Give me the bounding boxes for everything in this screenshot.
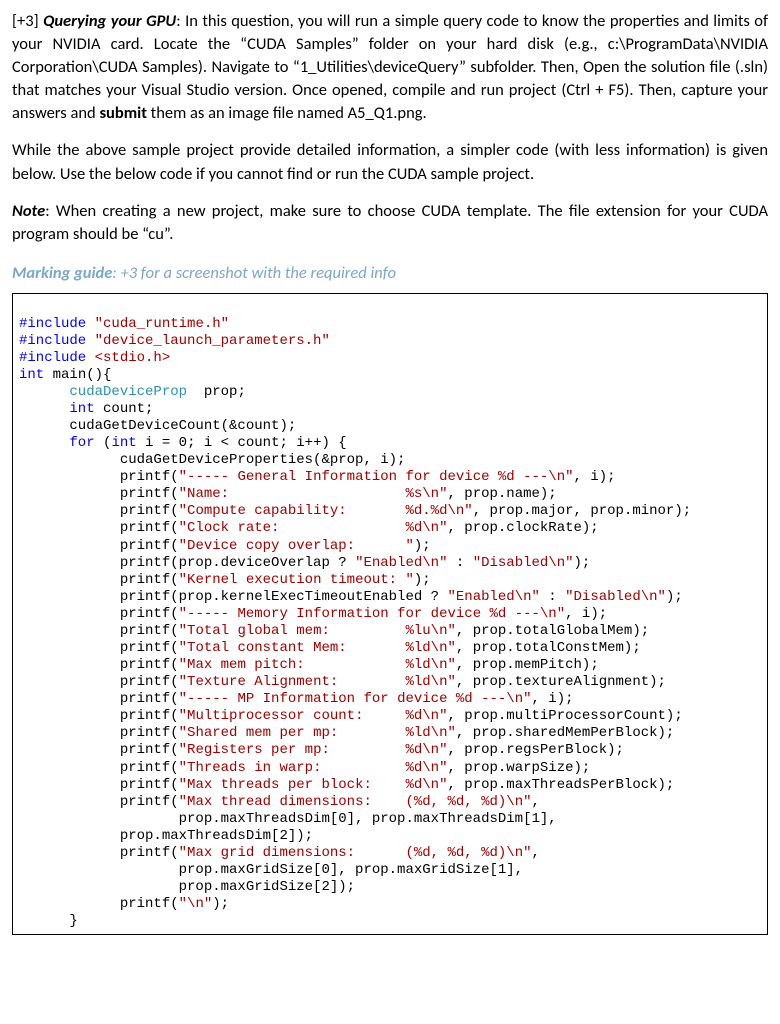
marking-guide: Marking guide: +3 for a screenshot with … bbox=[12, 262, 768, 285]
para1-text2: them as an image file named A5_Q1.png. bbox=[147, 103, 427, 123]
paragraph-2: While the above sample project provide d… bbox=[12, 139, 768, 185]
paragraph-1: [+3] Querying your GPU: In this question… bbox=[12, 10, 768, 125]
note-text: : When creating a new project, make sure… bbox=[12, 201, 768, 244]
points-tag: [+3] bbox=[12, 11, 43, 31]
note-label: Note bbox=[12, 201, 45, 221]
question-title: Querying your GPU bbox=[43, 11, 176, 31]
marking-label: Marking guide bbox=[12, 263, 112, 283]
marking-text: : +3 for a screenshot with the required … bbox=[112, 263, 396, 283]
paragraph-note: Note: When creating a new project, make … bbox=[12, 200, 768, 246]
submit-word: submit bbox=[99, 103, 147, 123]
code-block: #include "cuda_runtime.h" #include "devi… bbox=[12, 293, 768, 935]
